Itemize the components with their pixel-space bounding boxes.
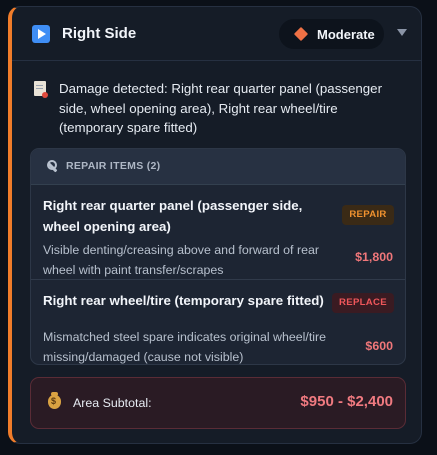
- money-bag-icon: [48, 392, 61, 409]
- card-header[interactable]: Right Side Moderate: [12, 7, 421, 61]
- replace-tag: REPLACE: [332, 293, 394, 313]
- severity-label: Moderate: [317, 27, 375, 42]
- subtotal-label: Area Subtotal:: [73, 396, 152, 410]
- document-icon: [34, 81, 48, 98]
- repair-item: Right rear wheel/tire (temporary spare f…: [31, 280, 405, 364]
- repair-item-title: Right rear quarter panel (passenger side…: [43, 198, 303, 234]
- repair-item-price: $600: [365, 339, 393, 353]
- repair-item-description: Mismatched steel spare indicates origina…: [43, 330, 327, 364]
- diamond-icon: [293, 26, 309, 42]
- wrench-icon: [46, 159, 58, 173]
- repair-item: Right rear quarter panel (passenger side…: [31, 185, 405, 280]
- damage-area-card: Right Side Moderate Damage detected: Rig…: [8, 6, 422, 444]
- severity-badge: Moderate: [279, 19, 384, 49]
- repair-items-panel: REPAIR ITEMS (2) Right rear quarter pane…: [30, 148, 406, 365]
- repair-item-price: $1,800: [355, 250, 393, 264]
- repair-items-heading: REPAIR ITEMS (2): [66, 160, 161, 172]
- chevron-down-icon[interactable]: [397, 29, 407, 36]
- area-subtotal: Area Subtotal: $950 - $2,400: [30, 377, 406, 429]
- subtotal-value: $950 - $2,400: [300, 393, 393, 410]
- area-title: Right Side: [62, 25, 137, 42]
- repair-tag: REPAIR: [342, 205, 394, 225]
- damage-text: Damage detected: Right rear quarter pane…: [59, 81, 383, 135]
- repair-items-header: REPAIR ITEMS (2): [31, 149, 405, 185]
- play-icon: [32, 25, 50, 43]
- repair-item-description: Visible denting/creasing above and forwa…: [43, 243, 319, 277]
- repair-item-title: Right rear wheel/tire (temporary spare f…: [43, 293, 324, 308]
